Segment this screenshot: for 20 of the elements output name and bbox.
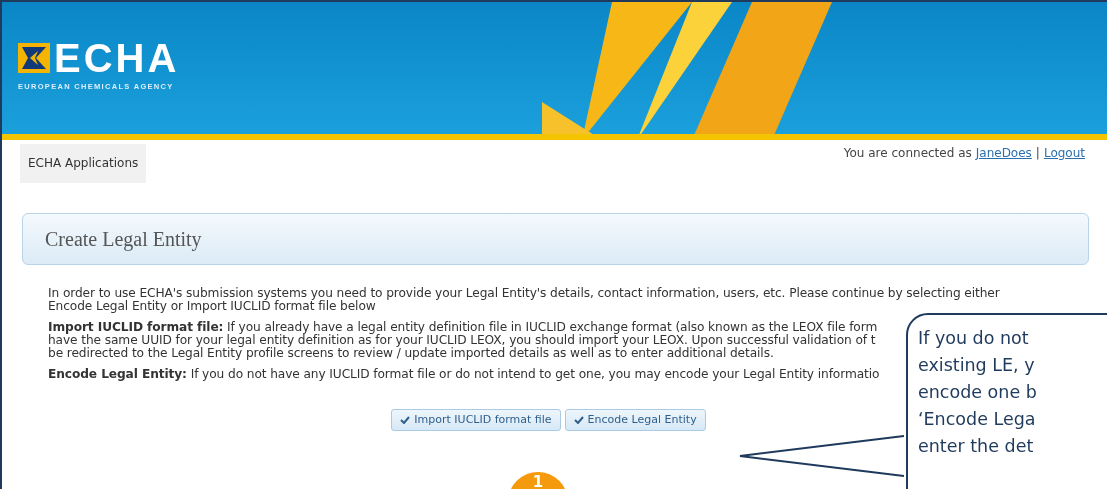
callout-text: existing LE, y <box>918 354 1036 377</box>
logout-link[interactable]: Logout <box>1043 146 1085 160</box>
action-button[interactable]: Import IUCLID format file <box>391 409 561 431</box>
user-status-text: You are connected as <box>843 146 972 160</box>
callout-text: encode one b <box>918 381 1038 404</box>
callout-text: enter the det <box>918 435 1035 458</box>
description-paragraph: Encode Legal Entity: If you do not have any IUCLID format file or do not intend to get one, you may encode your Legal Entity informatio <box>48 368 880 381</box>
username-link[interactable]: JaneDoes <box>975 146 1032 160</box>
action-button[interactable]: Encode Legal Entity <box>564 409 706 431</box>
description-paragraph: Import IUCLID format file: If you already have a legal entity definition file in IUCLID exchange format (also known as the LEOX file form have the same UUID for your legal entity definition as for your IUCLID LEOX, you should import your LEOX. Upon successful validation of t be redirected to the Legal Entity profile screens to review / update imported details as well as to enter additional details. <box>48 321 878 360</box>
applications-menu[interactable]: ECHA Applications <box>20 144 147 183</box>
description-paragraph: In order to use ECHA's submission systems you need to provide your Legal Entity's details, contact information, users, etc. Please continue by selecting either Encode Legal Entity or Import IUCLID format file below <box>48 287 1000 313</box>
callout-text: If you do not <box>918 327 1030 350</box>
logo-icon <box>18 43 50 73</box>
callout-text: ‘Encode Lega <box>918 408 1037 431</box>
logo-text: ECHA <box>54 38 180 78</box>
separator-text: | <box>1035 146 1040 160</box>
check-icon <box>573 415 584 424</box>
page-title: Create Legal Entity <box>45 227 202 251</box>
check-icon <box>400 415 411 424</box>
